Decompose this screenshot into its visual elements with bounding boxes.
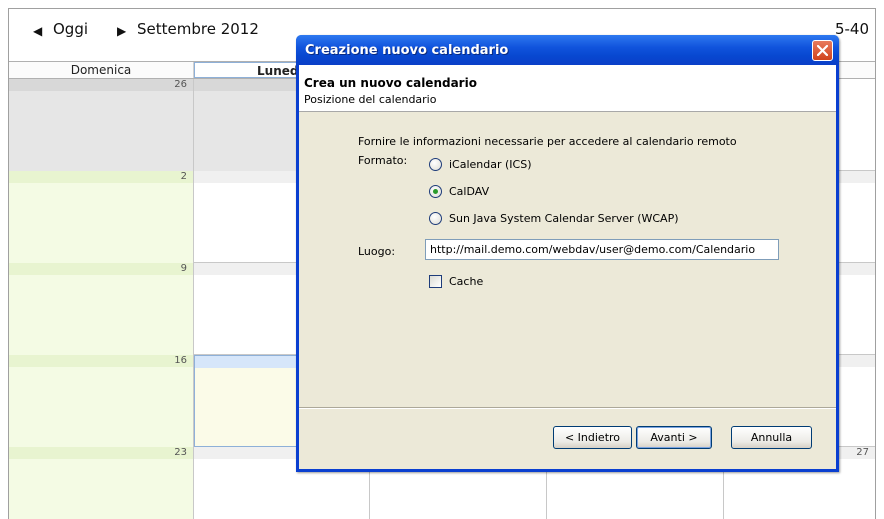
cancel-button[interactable]: Annulla xyxy=(731,426,812,449)
back-button[interactable]: < Indietro xyxy=(553,426,632,449)
radio-button[interactable] xyxy=(429,211,442,225)
dialog-body: Crea un nuovo calendario Posizione del c… xyxy=(299,65,836,469)
next-button[interactable]: Avanti > xyxy=(636,426,712,449)
dialog-titlebar[interactable]: Creazione nuovo calendario xyxy=(296,35,839,65)
day-cell[interactable]: 9 xyxy=(9,263,194,355)
triangle-right-icon[interactable]: ▶ xyxy=(117,25,129,37)
week-label: 5-40 xyxy=(834,20,869,38)
day-cell[interactable]: 26 xyxy=(9,79,194,171)
format-label: Formato: xyxy=(358,154,408,167)
wizard-title: Crea un nuovo calendario xyxy=(304,76,477,90)
radio-label: CalDAV xyxy=(449,184,490,198)
day-cell[interactable]: 2 xyxy=(9,171,194,263)
radio-caldav[interactable]: CalDAV xyxy=(429,183,489,199)
radio-button-checked[interactable] xyxy=(429,184,442,198)
day-cell[interactable]: 16 xyxy=(9,355,194,447)
cache-label: Cache xyxy=(449,274,484,288)
radio-ics[interactable]: iCalendar (ICS) xyxy=(429,156,532,172)
triangle-left-icon[interactable]: ◀ xyxy=(33,25,45,37)
location-input[interactable] xyxy=(425,239,779,260)
new-calendar-dialog: Creazione nuovo calendario Crea un nuovo… xyxy=(296,35,839,472)
day-number: 9 xyxy=(9,263,193,275)
month-label: Settembre 2012 xyxy=(137,20,259,38)
cache-checkbox[interactable] xyxy=(429,274,442,288)
footer-separator xyxy=(299,407,836,409)
day-number: 2 xyxy=(9,171,193,183)
day-number: 26 xyxy=(9,79,193,91)
day-number: 23 xyxy=(9,447,193,459)
dialog-title: Creazione nuovo calendario xyxy=(305,43,509,58)
close-icon[interactable] xyxy=(812,40,833,61)
radio-wcap[interactable]: Sun Java System Calendar Server (WCAP) xyxy=(429,210,679,226)
day-cell[interactable]: 23 xyxy=(9,447,194,519)
intro-text: Fornire le informazioni necessarie per a… xyxy=(358,135,737,148)
radio-label: Sun Java System Calendar Server (WCAP) xyxy=(449,211,679,225)
day-number: 16 xyxy=(9,355,193,367)
today-button[interactable]: Oggi xyxy=(53,20,88,38)
radio-label: iCalendar (ICS) xyxy=(449,157,532,171)
wizard-header: Crea un nuovo calendario Posizione del c… xyxy=(299,65,836,112)
location-label: Luogo: xyxy=(358,245,396,258)
cache-option[interactable]: Cache xyxy=(429,273,483,289)
weekday-sunday: Domenica xyxy=(9,62,194,78)
radio-button[interactable] xyxy=(429,157,442,171)
wizard-subtitle: Posizione del calendario xyxy=(304,93,437,106)
